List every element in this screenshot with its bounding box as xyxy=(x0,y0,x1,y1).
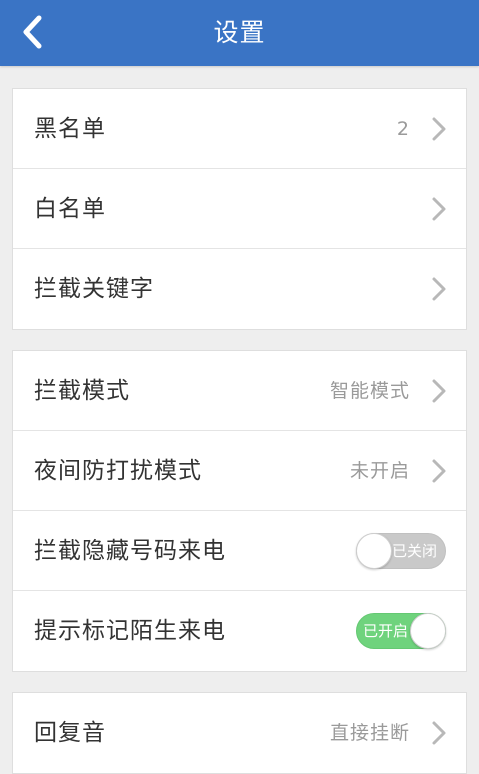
mark-strangers-label: 提示标记陌生来电 xyxy=(34,618,226,644)
row-block-hidden-numbers: 拦截隐藏号码来电 已关闭 xyxy=(13,511,466,591)
chevron-right-icon xyxy=(432,277,446,301)
block-hidden-numbers-label: 拦截隐藏号码来电 xyxy=(34,538,226,564)
block-mode-value: 智能模式 xyxy=(329,380,410,402)
row-block-keywords[interactable]: 拦截关键字 xyxy=(13,249,466,329)
mark-strangers-toggle[interactable]: 已开启 xyxy=(356,613,446,649)
chevron-right-icon xyxy=(432,117,446,141)
row-night-mode[interactable]: 夜间防打扰模式 未开启 xyxy=(13,431,466,511)
row-blacklist[interactable]: 黑名单 2 xyxy=(13,89,466,169)
chevron-right-icon xyxy=(432,721,446,745)
night-mode-label: 夜间防打扰模式 xyxy=(34,458,202,484)
toggle-state-text: 已关闭 xyxy=(391,542,437,560)
reply-tone-label: 回复音 xyxy=(34,720,106,746)
block-hidden-numbers-toggle[interactable]: 已关闭 xyxy=(356,533,446,569)
night-mode-value: 未开启 xyxy=(349,460,410,482)
row-whitelist[interactable]: 白名单 xyxy=(13,169,466,249)
row-reply-tone[interactable]: 回复音 直接挂断 xyxy=(13,693,466,773)
blacklist-label: 黑名单 xyxy=(34,116,106,142)
block-keywords-label: 拦截关键字 xyxy=(34,276,154,302)
blacklist-count: 2 xyxy=(396,118,410,140)
settings-group-modes: 拦截模式 智能模式 夜间防打扰模式 未开启 拦截隐藏号码来电 已关闭 提示标记陌… xyxy=(12,350,467,672)
chevron-right-icon xyxy=(432,459,446,483)
toggle-knob xyxy=(410,613,446,649)
page-title: 设置 xyxy=(213,18,266,47)
row-block-mode[interactable]: 拦截模式 智能模式 xyxy=(13,351,466,431)
settings-group-reply: 回复音 直接挂断 xyxy=(12,692,467,774)
whitelist-label: 白名单 xyxy=(34,196,106,222)
settings-group-lists: 黑名单 2 白名单 拦截关键字 xyxy=(12,88,467,330)
chevron-right-icon xyxy=(432,379,446,403)
toggle-knob xyxy=(356,533,392,569)
block-mode-label: 拦截模式 xyxy=(34,378,130,404)
top-bar: 设置 xyxy=(0,0,479,66)
chevron-right-icon xyxy=(432,197,446,221)
reply-tone-value: 直接挂断 xyxy=(329,722,410,744)
row-mark-strangers: 提示标记陌生来电 已开启 xyxy=(13,591,466,671)
toggle-state-text: 已开启 xyxy=(363,622,409,640)
